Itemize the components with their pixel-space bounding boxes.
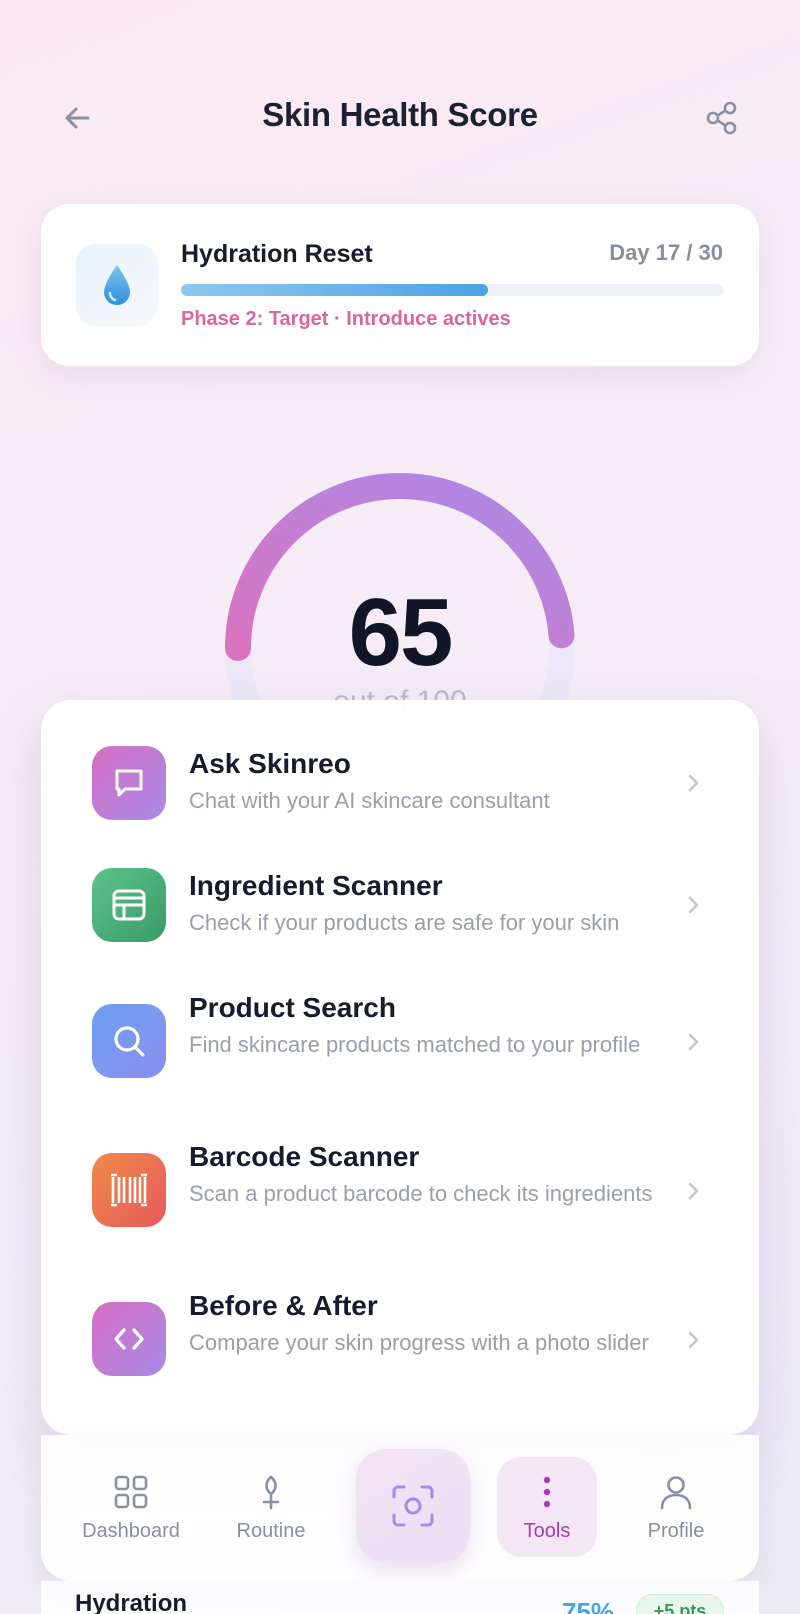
barcode-icon <box>111 1173 147 1207</box>
tool-title: Ask Skinreo <box>189 748 351 779</box>
water-drop-icon <box>104 265 130 305</box>
tool-before-after[interactable]: Before & After Compare your skin progres… <box>41 1288 759 1408</box>
tool-icon-box <box>92 868 166 942</box>
chat-bubble-icon <box>115 769 143 797</box>
program-card[interactable]: Hydration Reset Day 17 / 30 Phase 2: Tar… <box>41 204 759 366</box>
tool-description: Find skincare products matched to your p… <box>189 1032 641 1057</box>
search-icon <box>114 1026 145 1057</box>
tool-title: Barcode Scanner <box>189 1141 420 1172</box>
tool-description: Check if your products are safe for your… <box>189 910 620 935</box>
user-icon <box>660 1475 692 1509</box>
program-phase: Phase 2: Target · Introduce actives <box>181 308 511 330</box>
code-brackets-icon <box>114 1328 144 1350</box>
program-icon-box <box>76 244 158 326</box>
tools-sheet: Ask Skinreo Chat with your AI skincare c… <box>41 700 759 1435</box>
tool-description: Compare your skin progress with a photo … <box>189 1330 649 1355</box>
chevron-right-icon <box>688 1182 699 1200</box>
share-button[interactable] <box>700 96 744 140</box>
sprout-icon <box>262 1475 280 1509</box>
bottom-nav: Dashboard Routine Tools Profile <box>41 1435 759 1581</box>
grid-icon <box>114 1475 148 1508</box>
tool-description: Chat with your AI skincare consultant <box>189 788 550 813</box>
tool-icon-box <box>92 1302 166 1376</box>
program-title: Hydration Reset <box>181 240 373 268</box>
tool-ingredient-scanner[interactable]: Ingredient Scanner Check if your product… <box>41 868 759 958</box>
nav-profile[interactable]: Profile <box>621 1435 731 1581</box>
score-value: 65 <box>348 579 454 686</box>
hydration-title: Hydration <box>75 1590 188 1614</box>
tool-icon-box <box>92 746 166 820</box>
nav-tools[interactable]: Tools <box>497 1435 597 1581</box>
nav-label: Dashboard <box>82 1519 180 1542</box>
page-title: Skin Health Score <box>262 96 538 133</box>
tool-title: Ingredient Scanner <box>189 870 443 901</box>
program-progress-fill <box>181 284 489 296</box>
chevron-right-icon <box>688 896 699 914</box>
scan-button[interactable] <box>356 1449 470 1563</box>
tool-icon-box <box>92 1153 166 1227</box>
tool-barcode-scanner[interactable]: Barcode Scanner Scan a product barcode t… <box>41 1139 759 1259</box>
nav-routine[interactable]: Routine <box>221 1435 321 1581</box>
chevron-right-icon <box>688 774 699 792</box>
camera-scan-icon <box>392 1485 434 1527</box>
tool-title: Before & After <box>189 1290 378 1321</box>
tool-description: Scan a product barcode to check its ingr… <box>189 1181 653 1206</box>
hydration-value: 75% <box>562 1597 615 1614</box>
nav-dashboard[interactable]: Dashboard <box>71 1435 191 1581</box>
hydration-change-badge: +5 pts <box>636 1594 724 1614</box>
tool-icon-box <box>92 1004 166 1078</box>
program-day-counter: Day 17 / 30 <box>609 240 723 265</box>
chevron-right-icon <box>688 1033 699 1051</box>
more-vertical-icon <box>543 1476 551 1507</box>
tool-title: Product Search <box>189 992 396 1023</box>
nav-label: Tools <box>523 1519 571 1542</box>
tool-ask-skinreo[interactable]: Ask Skinreo Chat with your AI skincare c… <box>41 746 759 836</box>
share-icon <box>706 101 737 135</box>
program-progress-bar <box>181 284 723 296</box>
scanner-icon <box>112 889 146 921</box>
nav-label: Routine <box>236 1519 306 1542</box>
tool-product-search[interactable]: Product Search Find skincare products ma… <box>41 990 759 1110</box>
nav-label: Profile <box>647 1519 705 1542</box>
chevron-right-icon <box>688 1331 699 1349</box>
